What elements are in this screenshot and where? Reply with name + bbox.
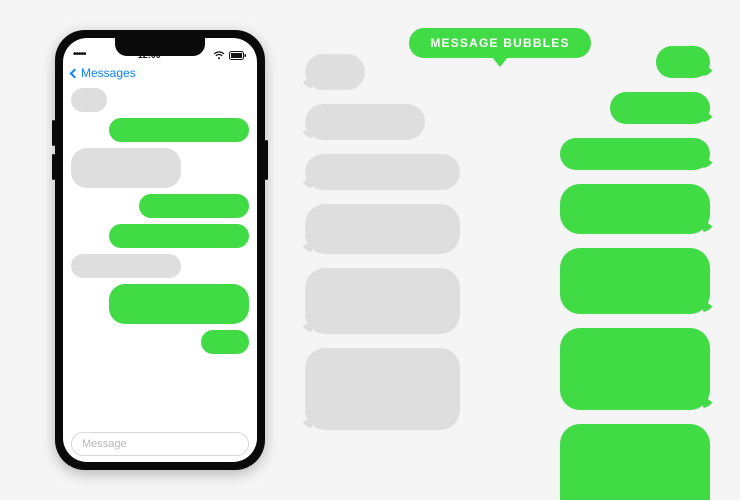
sample-bubble-grey (305, 268, 460, 334)
cellular-signal-icon: ••••• (73, 49, 86, 60)
sample-bubble-grey (305, 348, 460, 430)
sample-bubble-green (656, 46, 710, 78)
phone-screen: ••••• 12:00 Messages (63, 38, 257, 462)
phone-frame: ••••• 12:00 Messages (55, 30, 265, 470)
message-out (71, 330, 249, 354)
sample-bubble-green (560, 138, 710, 170)
wifi-icon (213, 51, 225, 60)
sample-bubble-green (560, 248, 710, 314)
message-out (71, 194, 249, 218)
sample-bubble-green (560, 328, 710, 410)
sample-bubble-grey (305, 154, 460, 190)
notch (115, 38, 205, 56)
chat-thread (63, 84, 257, 428)
sample-bubble-grey (305, 104, 425, 140)
sample-bubble-green (560, 184, 710, 234)
grey-bubble-samples (305, 54, 460, 430)
message-out (71, 284, 249, 324)
battery-icon (229, 51, 247, 60)
side-button (265, 140, 268, 180)
sample-bubble-green (610, 92, 710, 124)
canvas: ••••• 12:00 Messages (0, 0, 740, 500)
message-input[interactable]: Message (71, 432, 249, 456)
message-in (71, 254, 249, 278)
title-text: MESSAGE BUBBLES (430, 36, 569, 50)
sample-bubble-green (560, 424, 710, 500)
message-in (71, 148, 249, 188)
compose-bar: Message (63, 428, 257, 462)
message-in (71, 88, 249, 112)
nav-bar[interactable]: Messages (63, 62, 257, 84)
green-bubble-samples (560, 46, 710, 500)
back-label: Messages (81, 66, 136, 80)
sample-bubble-grey (305, 54, 365, 90)
sample-bubble-grey (305, 204, 460, 254)
message-out (71, 224, 249, 248)
chevron-left-icon (70, 68, 80, 78)
message-out (71, 118, 249, 142)
input-placeholder: Message (82, 438, 127, 450)
